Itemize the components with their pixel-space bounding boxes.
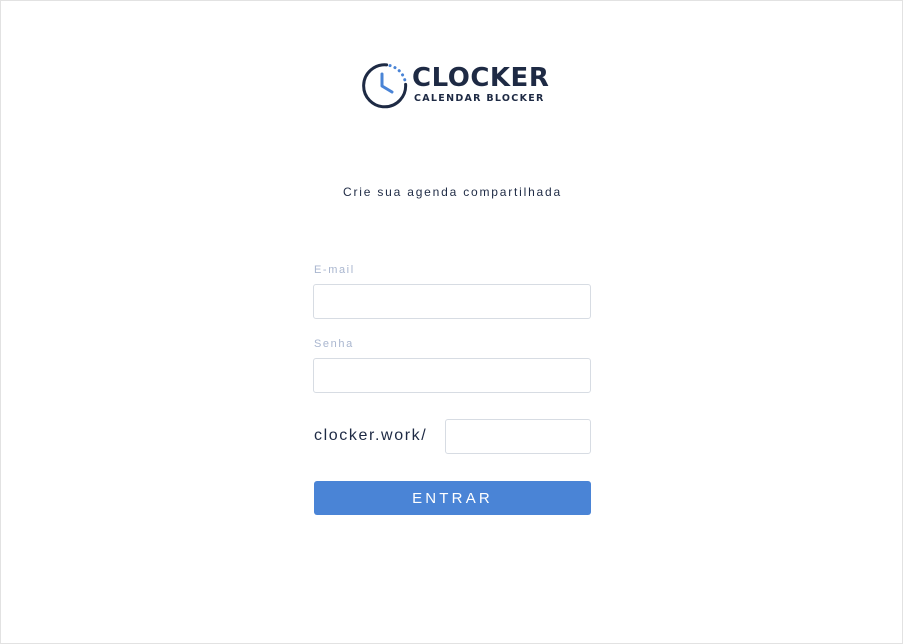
email-field[interactable]: [313, 284, 591, 319]
password-label: Senha: [314, 338, 354, 350]
clock-icon: [362, 63, 408, 109]
submit-button[interactable]: ENTRAR: [314, 481, 591, 515]
page-subtitle: Crie sua agenda compartilhada: [343, 185, 562, 199]
brand-name: CLOCKER: [412, 63, 550, 93]
page-frame: CLOCKER CALENDAR BLOCKER Crie sua agenda…: [0, 0, 903, 644]
email-label: E-mail: [314, 264, 355, 276]
brand-tagline: CALENDAR BLOCKER: [414, 93, 545, 104]
username-prefix: clocker.work/: [314, 427, 428, 444]
brand-logo: CLOCKER CALENDAR BLOCKER: [360, 63, 550, 109]
username-field[interactable]: [445, 419, 591, 454]
password-field[interactable]: [313, 358, 591, 393]
